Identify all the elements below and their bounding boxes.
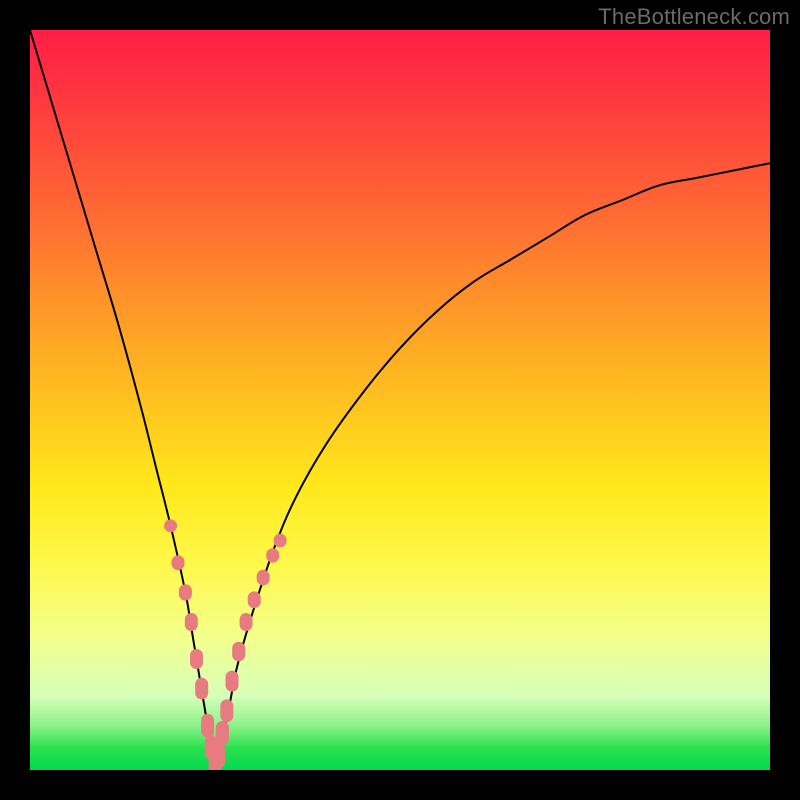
curve-marker xyxy=(201,714,214,738)
curve-marker xyxy=(257,570,270,586)
curve-marker xyxy=(226,671,239,692)
marker-group xyxy=(164,519,287,770)
curve-marker xyxy=(179,584,192,600)
curve-marker xyxy=(240,613,253,631)
curve-marker xyxy=(216,721,229,745)
curve-marker xyxy=(232,642,245,662)
curve-marker xyxy=(190,649,203,669)
curve-marker xyxy=(172,555,185,570)
curve-marker xyxy=(220,699,233,722)
curve-marker xyxy=(195,678,208,700)
curve-marker xyxy=(212,743,225,768)
watermark-text: TheBottleneck.com xyxy=(598,4,790,30)
plot-area xyxy=(30,30,770,770)
curve-marker xyxy=(274,534,287,548)
curve-marker xyxy=(248,591,261,608)
chart-svg xyxy=(30,30,770,770)
curve-marker xyxy=(266,548,279,562)
curve-marker xyxy=(164,519,177,532)
curve-marker xyxy=(185,613,198,631)
bottleneck-curve xyxy=(30,30,770,770)
stage: TheBottleneck.com xyxy=(0,0,800,800)
